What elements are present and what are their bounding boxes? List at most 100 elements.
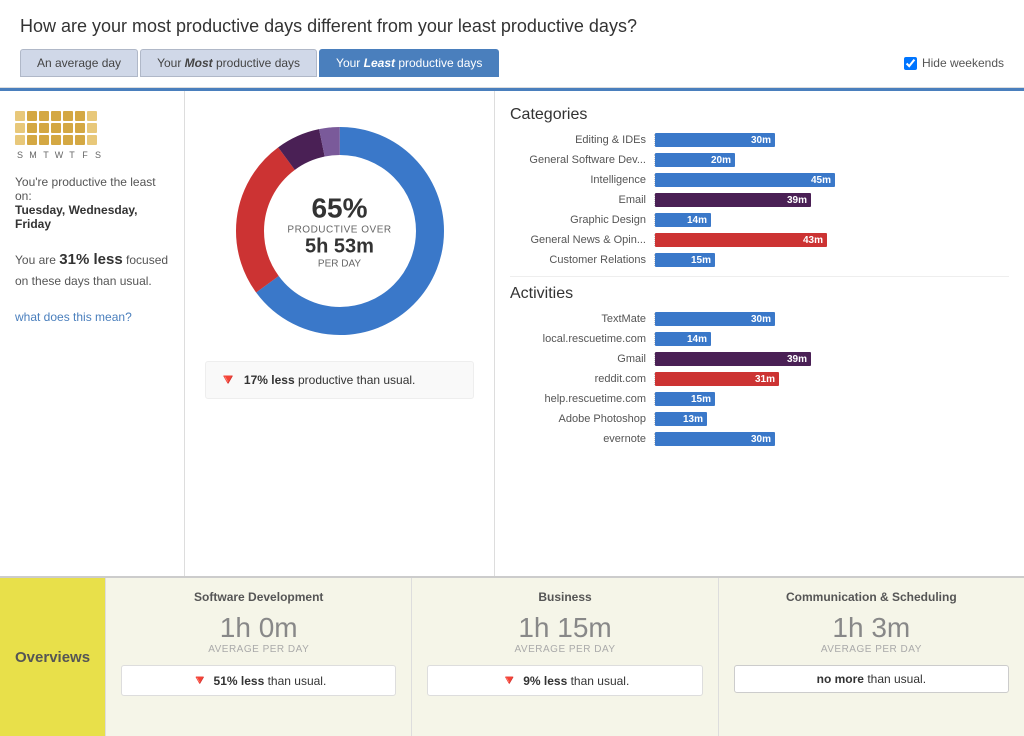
focus-prefix: You are xyxy=(15,253,56,267)
list-item: TextMate30m xyxy=(510,311,1009,327)
bar-track: 13m xyxy=(655,411,1009,427)
categories-list: Editing & IDEs30mGeneral Software Dev...… xyxy=(510,132,1009,268)
bar-track: 14m xyxy=(655,331,1009,347)
bar-label: Adobe Photoshop xyxy=(510,413,655,425)
list-item: Intelligence45m xyxy=(510,172,1009,188)
hide-weekends-checkbox[interactable] xyxy=(904,57,917,70)
overview-note: 🔻 9% less than usual. xyxy=(427,665,702,696)
overview-note-text: 51% less than usual. xyxy=(214,674,327,688)
list-item: help.rescuetime.com15m xyxy=(510,391,1009,407)
list-item: local.rescuetime.com14m xyxy=(510,331,1009,347)
down-arrow-icon: 🔻 xyxy=(191,672,208,689)
what-does-link[interactable]: what does this mean? xyxy=(15,310,169,324)
bar-fill: 43m xyxy=(655,233,827,247)
list-item: Adobe Photoshop13m xyxy=(510,411,1009,427)
least-on-days: Tuesday, Wednesday, Friday xyxy=(15,203,169,231)
overview-column: Communication & Scheduling 1h 3m AVERAGE… xyxy=(718,578,1024,736)
donut-pct: 65% xyxy=(287,193,391,225)
donut-label: PRODUCTIVE OVER xyxy=(287,225,391,236)
note-suffix: productive than usual. xyxy=(298,373,415,387)
overview-time: 1h 0m xyxy=(121,612,396,644)
bar-fill: 13m xyxy=(655,412,707,426)
main-content: SMTWTFS You're productive the least on: … xyxy=(0,88,1024,576)
list-item: Email39m xyxy=(510,192,1009,208)
bar-fill: 30m xyxy=(655,432,775,446)
list-item: evernote30m xyxy=(510,431,1009,447)
bar-track: 30m xyxy=(655,132,1009,148)
list-item: Editing & IDEs30m xyxy=(510,132,1009,148)
bar-fill: 30m xyxy=(655,312,775,326)
list-item: General News & Opin...43m xyxy=(510,232,1009,248)
bar-label: reddit.com xyxy=(510,373,655,385)
note-pct: 17% less xyxy=(244,373,295,387)
donut-per: PER DAY xyxy=(287,259,391,270)
activities-title: Activities xyxy=(510,285,1009,303)
overview-col-title: Software Development xyxy=(121,590,396,604)
bar-track: 43m xyxy=(655,232,1009,248)
left-panel: SMTWTFS You're productive the least on: … xyxy=(0,91,185,576)
overviews-label: Overviews xyxy=(0,578,105,736)
focus-section: You are 31% less focused on these days t… xyxy=(15,249,169,290)
overviews-columns: Software Development 1h 0m AVERAGE PER D… xyxy=(105,578,1024,736)
bar-track: 30m xyxy=(655,311,1009,327)
bar-track: 15m xyxy=(655,391,1009,407)
bar-label: Editing & IDEs xyxy=(510,134,655,146)
tabs: An average day Your Most productive days… xyxy=(20,49,499,77)
hide-weekends-label: Hide weekends xyxy=(922,56,1004,70)
donut-time: 5h 53m xyxy=(287,236,391,259)
productivity-note: 🔻 17% less productive than usual. xyxy=(205,361,474,399)
tabs-row: An average day Your Most productive days… xyxy=(20,49,1004,77)
overview-note-text: no more than usual. xyxy=(817,672,926,686)
bar-label: evernote xyxy=(510,433,655,445)
activities-list: TextMate30mlocal.rescuetime.com14mGmail3… xyxy=(510,311,1009,447)
list-item: General Software Dev...20m xyxy=(510,152,1009,168)
tab-most[interactable]: Your Most productive days xyxy=(140,49,317,77)
bar-track: 14m xyxy=(655,212,1009,228)
overview-note-text: 9% less than usual. xyxy=(523,674,629,688)
bar-track: 39m xyxy=(655,351,1009,367)
down-arrow-icon: 🔻 xyxy=(218,370,238,390)
bar-label: Graphic Design xyxy=(510,214,655,226)
least-on-label: You're productive the least on: xyxy=(15,175,156,203)
least-on-section: You're productive the least on: Tuesday,… xyxy=(15,175,169,231)
bar-fill: 30m xyxy=(655,133,775,147)
bar-label: Intelligence xyxy=(510,174,655,186)
overview-time: 1h 3m xyxy=(734,612,1009,644)
bar-track: 15m xyxy=(655,252,1009,268)
bar-track: 20m xyxy=(655,152,1009,168)
bar-track: 39m xyxy=(655,192,1009,208)
tab-least[interactable]: Your Least productive days xyxy=(319,49,499,77)
list-item: Customer Relations15m xyxy=(510,252,1009,268)
center-panel: 65% PRODUCTIVE OVER 5h 53m PER DAY 🔻 17%… xyxy=(185,91,495,576)
bar-label: General Software Dev... xyxy=(510,154,655,166)
hide-weekends-control: Hide weekends xyxy=(904,56,1004,70)
overviews-section: Overviews Software Development 1h 0m AVE… xyxy=(0,576,1024,736)
bar-fill: 31m xyxy=(655,372,779,386)
bar-label: local.rescuetime.com xyxy=(510,333,655,345)
overview-col-title: Communication & Scheduling xyxy=(734,590,1009,604)
bar-fill: 15m xyxy=(655,253,715,267)
page: How are your most productive days differ… xyxy=(0,0,1024,736)
overview-column: Business 1h 15m AVERAGE PER DAY 🔻 9% les… xyxy=(411,578,717,736)
header: How are your most productive days differ… xyxy=(0,0,1024,88)
list-item: Graphic Design14m xyxy=(510,212,1009,228)
down-arrow-icon: 🔻 xyxy=(501,672,518,689)
bar-track: 45m xyxy=(655,172,1009,188)
bar-label: Gmail xyxy=(510,353,655,365)
list-item: reddit.com31m xyxy=(510,371,1009,387)
bar-fill: 20m xyxy=(655,153,735,167)
bar-track: 31m xyxy=(655,371,1009,387)
bar-label: TextMate xyxy=(510,313,655,325)
bar-label: Customer Relations xyxy=(510,254,655,266)
bar-track: 30m xyxy=(655,431,1009,447)
bar-fill: 15m xyxy=(655,392,715,406)
tab-average[interactable]: An average day xyxy=(20,49,138,77)
bar-fill: 45m xyxy=(655,173,835,187)
donut-center: 65% PRODUCTIVE OVER 5h 53m PER DAY xyxy=(287,193,391,270)
bar-fill: 14m xyxy=(655,213,711,227)
bar-fill: 39m xyxy=(655,352,811,366)
focus-pct: 31% less xyxy=(59,251,122,268)
overview-col-title: Business xyxy=(427,590,702,604)
overview-avg: AVERAGE PER DAY xyxy=(427,644,702,655)
overview-time: 1h 15m xyxy=(427,612,702,644)
